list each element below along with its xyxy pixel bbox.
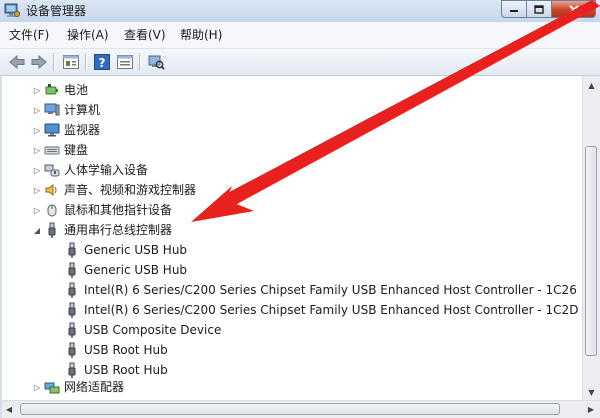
usb-device-icon [68,262,76,278]
scroll-up-icon[interactable]: ▲ [584,77,599,93]
keyboard-icon [44,146,60,155]
tree-item-battery[interactable]: ▷ 电池 [32,80,88,100]
tree-item-label: 监视器 [64,123,101,137]
back-icon[interactable] [8,53,26,71]
toolbar: ? [0,49,600,76]
tree-item-label: 键盘 [64,143,89,157]
tree-item-network[interactable]: ▷ 网络适配器 [32,377,124,397]
monitor-icon [44,123,60,137]
tree-item-monitor[interactable]: ▷ 监视器 [32,120,100,140]
expand-arrow-icon[interactable]: ▷ [32,377,42,397]
maximize-icon [534,4,544,14]
device-tree: ▷ 电池 ▷ 计算机 ▷ 监视器 ▷ 键盘 ▷ 人体学输入设备 ▷ 声音、视频和… [0,76,580,418]
menu-bar: 文件(F) 操作(A) 查看(V) 帮助(H) [0,22,600,49]
vertical-scrollbar[interactable]: ▲ ▼ [582,76,600,401]
menu-help[interactable]: 帮助(H) [180,27,222,43]
forward-icon[interactable] [30,53,48,71]
properties-icon[interactable] [62,53,80,71]
usb-device-icon [68,242,76,258]
expand-arrow-icon[interactable]: ▷ [32,160,42,180]
expand-arrow-icon[interactable]: ▷ [32,140,42,160]
menu-file[interactable]: 文件(F) [9,27,49,43]
collapse-arrow-icon[interactable]: ◢ [32,220,42,240]
usb-device-icon [68,342,76,358]
tree-item-label: Intel(R) 6 Series/C200 Series Chipset Fa… [84,303,579,317]
toolbar-separator [139,53,141,71]
scroll-down-icon[interactable]: ▼ [584,384,599,400]
sound-icon [45,184,57,196]
tree-item-computer[interactable]: ▷ 计算机 [32,100,100,120]
toolbar-separator [53,53,55,71]
tree-item-usb-controllers[interactable]: ◢ 通用串行总线控制器 [32,220,172,240]
tree-item-label: 计算机 [64,103,101,117]
device-manager-app-icon [4,3,20,18]
svg-text:?: ? [99,56,106,70]
expand-arrow-icon[interactable]: ▷ [32,100,42,120]
device-manager-window: 设备管理器 文件(F) 操作(A) 查看(V) 帮助(H) ? ▷ 电池 ▷ 计… [0,0,600,418]
tree-item-label: Generic USB Hub [84,243,188,257]
tree-item-usb-device[interactable]: Generic USB Hub [62,240,187,260]
minimize-icon [510,10,518,12]
expand-arrow-icon[interactable]: ▷ [32,80,42,100]
toolbar-separator [85,53,87,71]
computer-icon [44,103,60,116]
menu-action[interactable]: 操作(A) [67,27,109,43]
help-icon[interactable]: ? [93,53,111,71]
pane-left-border [0,76,2,418]
close-icon [568,4,579,14]
show-hidden-icon[interactable] [116,53,134,71]
menu-view[interactable]: 查看(V) [124,27,166,43]
hid-icon [44,164,60,177]
title-bar[interactable]: 设备管理器 [0,0,600,22]
maximize-button[interactable] [527,0,552,18]
device-tree-pane: ▷ 电池 ▷ 计算机 ▷ 监视器 ▷ 键盘 ▷ 人体学输入设备 ▷ 声音、视频和… [0,76,600,418]
horizontal-scroll-thumb[interactable] [20,403,560,415]
minimize-button[interactable] [501,0,527,18]
tree-item-label: 鼠标和其他指针设备 [64,203,173,217]
tree-item-label: 电池 [64,83,89,97]
tree-item-keyboard[interactable]: ▷ 键盘 [32,140,88,160]
tree-item-label: USB Root Hub [84,343,168,357]
battery-icon [45,84,58,95]
usb-device-icon [68,302,76,318]
network-icon [44,382,60,394]
tree-item-usb-device[interactable]: Generic USB Hub [62,260,187,280]
vertical-scroll-thumb[interactable] [585,146,597,356]
scroll-right-icon[interactable]: ▶ [583,402,599,417]
usb-device-icon [68,282,76,298]
tree-item-usb-device[interactable]: Intel(R) 6 Series/C200 Series Chipset Fa… [62,300,578,320]
tree-item-usb-device[interactable]: USB Composite Device [62,320,221,340]
tree-item-label: 通用串行总线控制器 [64,223,173,237]
tree-item-hid[interactable]: ▷ 人体学输入设备 [32,160,148,180]
mouse-icon [47,204,57,217]
scan-hardware-icon[interactable] [147,53,165,71]
tree-item-usb-device[interactable]: USB Root Hub [62,340,168,360]
tree-item-label: Intel(R) 6 Series/C200 Series Chipset Fa… [84,283,577,297]
window-controls [501,0,596,19]
horizontal-scrollbar[interactable]: ◀ ▶ [0,400,600,418]
tree-item-label: Generic USB Hub [84,263,188,277]
usb-icon [48,222,56,238]
expand-arrow-icon[interactable]: ▷ [32,120,42,140]
window-title: 设备管理器 [26,4,87,18]
usb-device-icon [68,362,76,378]
tree-item-usb-device[interactable]: Intel(R) 6 Series/C200 Series Chipset Fa… [62,280,577,300]
expand-arrow-icon[interactable]: ▷ [32,200,42,220]
expand-arrow-icon[interactable]: ▷ [32,180,42,200]
close-button[interactable] [552,0,596,18]
tree-item-label: USB Composite Device [84,323,222,337]
tree-item-sound[interactable]: ▷ 声音、视频和游戏控制器 [32,180,196,200]
tree-item-label: 声音、视频和游戏控制器 [64,183,197,197]
tree-item-label: 人体学输入设备 [64,163,149,177]
tree-item-mouse[interactable]: ▷ 鼠标和其他指针设备 [32,200,172,220]
tree-item-label: 网络适配器 [64,380,125,394]
usb-device-icon [68,322,76,338]
scroll-left-icon[interactable]: ◀ [1,402,17,417]
